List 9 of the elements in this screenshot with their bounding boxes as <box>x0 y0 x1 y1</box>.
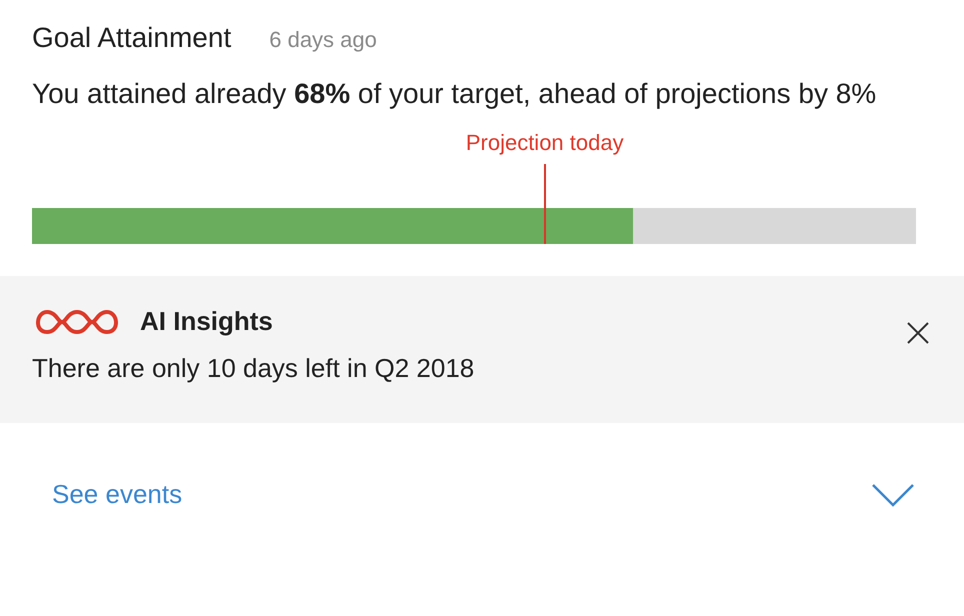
projection-label: Projection today <box>466 130 624 156</box>
see-events-link[interactable]: See events <box>52 479 182 510</box>
summary-text: You attained already 68% of your target, ahead of projections by 8% <box>32 77 878 111</box>
insight-message: There are only 10 days left in Q2 2018 <box>32 353 476 384</box>
timestamp: 6 days ago <box>269 27 377 53</box>
card-title: Goal Attainment <box>32 22 232 54</box>
chevron-icon[interactable] <box>872 482 914 506</box>
insights-title: AI Insights <box>140 306 273 337</box>
close-button[interactable] <box>906 321 930 345</box>
